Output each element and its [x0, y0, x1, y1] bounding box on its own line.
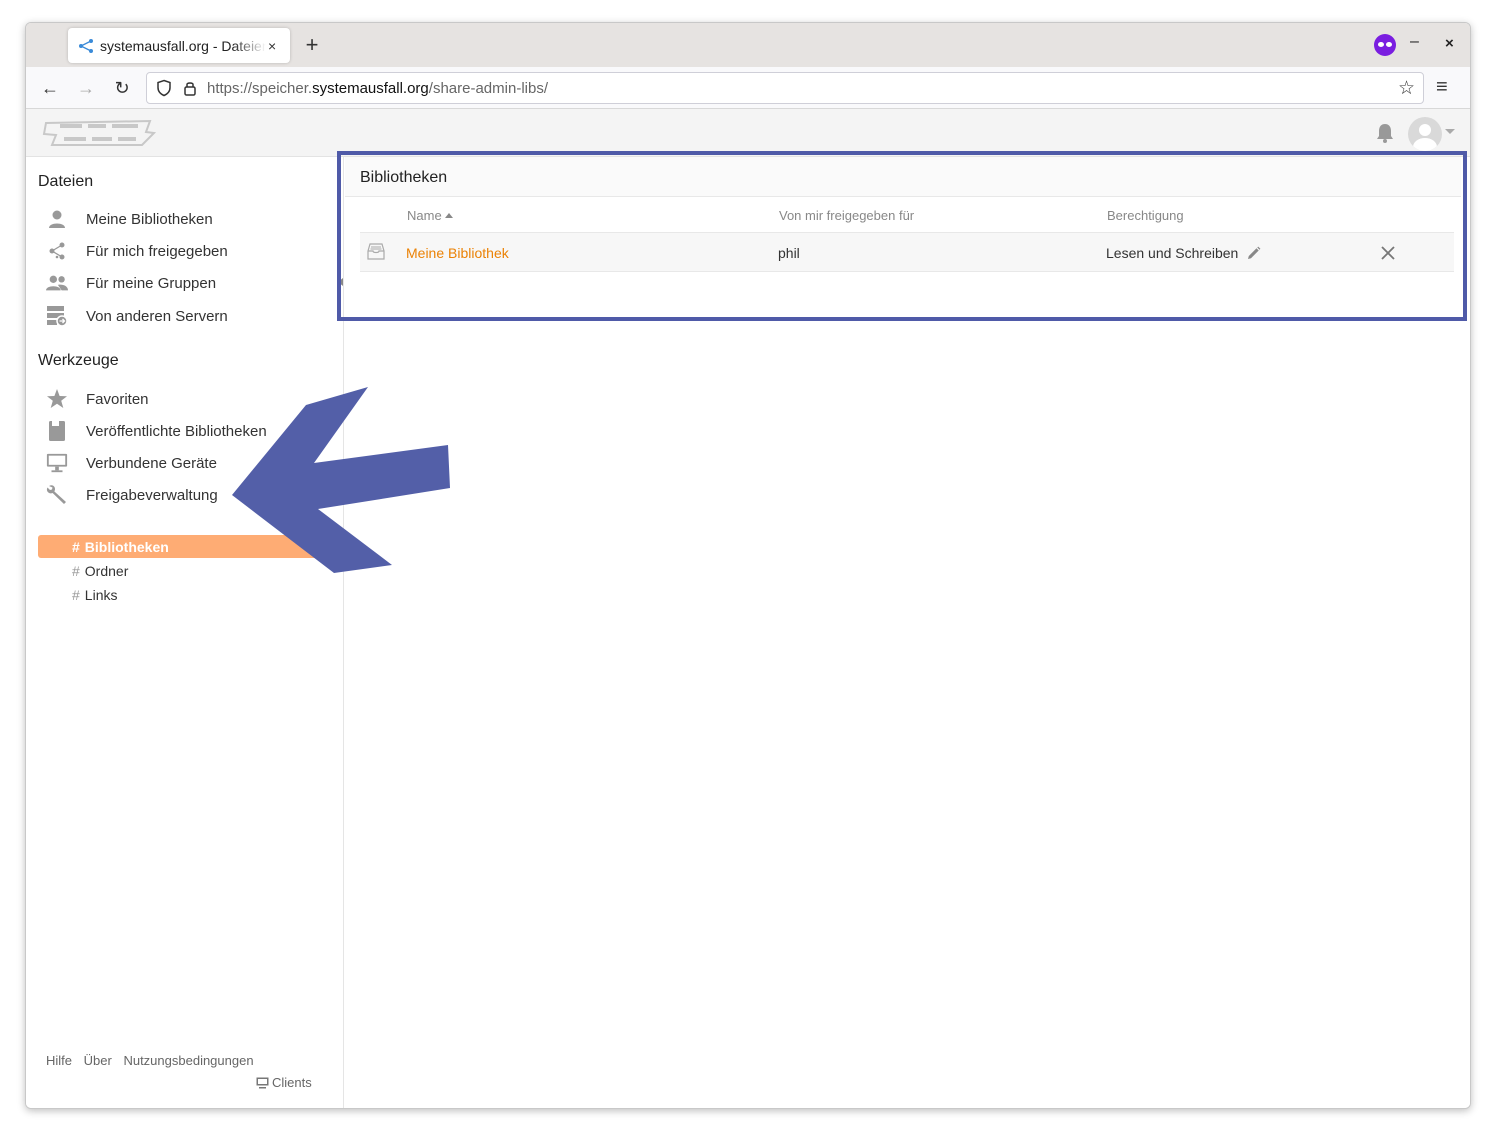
star-icon — [46, 388, 68, 410]
tools-heading: Werkzeuge — [38, 352, 119, 369]
url-host: systemausfall.org — [312, 79, 429, 97]
url-bar[interactable]: https://speicher.systemausfall.org/share… — [146, 72, 1424, 104]
sidebar-item-label: Meine Bibliotheken — [86, 210, 213, 228]
footer-links: Hilfe Über Nutzungsbedingungen — [46, 1053, 262, 1068]
back-button[interactable]: ← — [38, 76, 62, 100]
monitor-icon — [46, 452, 68, 474]
sidebar-item-other-servers[interactable]: Von anderen Servern — [46, 302, 336, 330]
hash-icon: # — [72, 538, 80, 555]
lock-icon[interactable] — [181, 79, 199, 97]
browser-window: systemausfall.org - Dateien × + – × ← → … — [25, 22, 1471, 1109]
reload-button[interactable]: ↻ — [110, 76, 134, 100]
tab-close-icon[interactable]: × — [268, 38, 276, 54]
systemausfall-logo[interactable] — [42, 117, 156, 149]
tab-strip: systemausfall.org - Dateien × + – × — [26, 23, 1470, 67]
sidebar-item-label: Von anderen Servern — [86, 307, 228, 325]
monitor-icon — [256, 1077, 269, 1088]
sidebar-item-my-libraries[interactable]: Meine Bibliotheken — [46, 205, 336, 233]
sidebar-item-shared-with-me[interactable]: Für mich freigegeben — [46, 237, 336, 265]
sidebar: Dateien Meine Bibliotheken Für mich frei… — [26, 157, 344, 1108]
share-favicon-icon — [79, 38, 93, 53]
hash-icon: # — [72, 586, 80, 603]
help-link[interactable]: Hilfe — [46, 1053, 72, 1068]
hash-icon: # — [72, 562, 80, 579]
sidebar-item-my-groups[interactable]: Für meine Gruppen — [46, 269, 343, 297]
bookmark-star-icon[interactable]: ☆ — [1398, 77, 1415, 100]
shield-icon[interactable] — [155, 79, 173, 97]
notification-bell-icon[interactable] — [1374, 122, 1396, 144]
avatar[interactable] — [1408, 117, 1442, 151]
user-icon — [46, 208, 68, 230]
minimize-button[interactable]: – — [1410, 33, 1419, 51]
sidebar-item-label: Für mich freigegeben — [86, 242, 228, 260]
book-icon — [46, 420, 68, 442]
avatar-dropdown-icon[interactable] — [1445, 129, 1455, 134]
tab-title: systemausfall.org - Dateien — [100, 37, 266, 54]
navigation-bar: ← → ↻ https://speicher.systemausfall.org… — [26, 67, 1470, 109]
group-icon — [46, 272, 68, 294]
about-link[interactable]: Über — [84, 1053, 112, 1068]
annotation-arrow-icon — [232, 387, 450, 573]
wrench-icon — [46, 484, 68, 506]
browser-tab[interactable]: systemausfall.org - Dateien × — [68, 28, 290, 63]
sidebar-subitem-label: Ordner — [84, 562, 129, 579]
close-window-button[interactable]: × — [1445, 35, 1454, 52]
share-icon — [46, 240, 68, 262]
sidebar-item-label: Freigabeverwaltung — [86, 486, 218, 504]
hamburger-menu-icon[interactable]: ≡ — [1436, 76, 1448, 99]
url-text[interactable]: https://speicher.systemausfall.org/share… — [207, 80, 548, 97]
sidebar-subitem-label: Links — [84, 586, 118, 603]
sidebar-item-label: Favoriten — [86, 390, 149, 408]
highlight-box — [337, 151, 1467, 321]
private-browsing-icon — [1374, 34, 1396, 56]
clients-label: Clients — [272, 1075, 312, 1090]
app-header — [26, 109, 1470, 157]
server-icon — [46, 305, 68, 327]
clients-link[interactable]: Clients — [256, 1075, 312, 1090]
sidebar-item-label: Verbundene Geräte — [86, 454, 217, 472]
url-prefix: https://speicher. — [207, 79, 313, 97]
sidebar-subitem-label: Bibliotheken — [84, 538, 169, 555]
new-tab-button[interactable]: + — [302, 33, 322, 57]
url-path: /share-admin-libs/ — [428, 79, 548, 97]
sidebar-item-label: Für meine Gruppen — [86, 274, 217, 292]
terms-link[interactable]: Nutzungsbedingungen — [123, 1053, 253, 1068]
files-heading: Dateien — [38, 173, 94, 190]
forward-button[interactable]: → — [74, 76, 98, 100]
